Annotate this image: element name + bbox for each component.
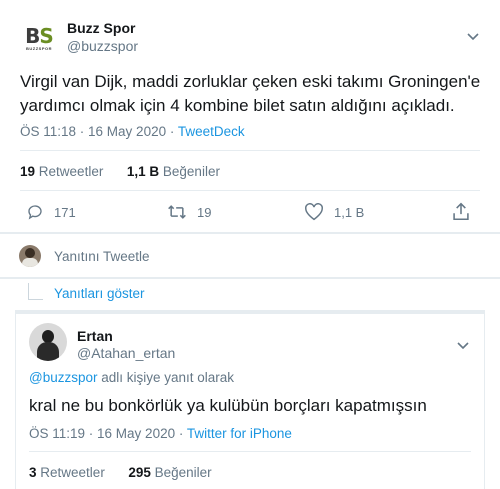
reply-source[interactable]: Twitter for iPhone	[187, 426, 292, 441]
my-avatar	[19, 245, 41, 267]
tweet-text-line: yardımcı olmak için 4 kombine bilet satı…	[20, 96, 455, 115]
divider	[29, 451, 471, 452]
share-icon	[453, 202, 469, 221]
reply-avatar[interactable]	[29, 323, 67, 361]
tweet-source[interactable]: TweetDeck	[178, 124, 245, 139]
author-handle[interactable]: @buzzspor	[67, 38, 138, 54]
divider	[20, 150, 480, 151]
reply-timestamp: ÖS 11:19 · 16 May 2020 · Twitter for iPh…	[29, 426, 292, 441]
like-button[interactable]: 1,1 B	[304, 203, 364, 221]
reply-stats: 3 Retweetler 295 Beğeniler	[29, 465, 212, 480]
heart-icon	[305, 203, 323, 221]
share-button[interactable]	[452, 202, 480, 221]
tweet-stats: 19 Retweetler 1,1 B Beğeniler	[20, 164, 220, 179]
chevron-down-icon[interactable]	[466, 29, 480, 47]
chevron-down-icon[interactable]	[456, 338, 470, 356]
reply-button[interactable]: 171	[26, 203, 76, 221]
reply-context-label: adlı kişiye yanıt olarak	[97, 370, 235, 385]
tweet-timestamp: ÖS 11:18 · 16 May 2020 · TweetDeck	[20, 124, 245, 139]
avatar[interactable]: BS BUZZSPOR	[22, 22, 56, 54]
tweet-text-line: Virgil van Dijk, maddi zorluklar çeken e…	[20, 72, 481, 91]
reply-tweet-text: kral ne bu bonkörlük ya kulübün borçları…	[29, 396, 427, 415]
reply-likes-stat[interactable]: 295 Beğeniler	[128, 465, 211, 480]
author-name[interactable]: Buzz Spor	[67, 20, 135, 36]
reply-count: 171	[54, 204, 76, 220]
avatar-subtext: BUZZSPOR	[26, 45, 52, 51]
reply-icon	[28, 205, 42, 220]
replying-to: @buzzspor adlı kişiye yanıt olarak	[29, 370, 234, 385]
reply-mention[interactable]: @buzzspor	[29, 370, 97, 385]
tweet-text: Virgil van Dijk, maddi zorluklar çeken e…	[20, 70, 490, 118]
thread-connector	[28, 283, 43, 300]
retweet-icon	[168, 205, 186, 219]
like-count: 1,1 B	[334, 204, 365, 220]
retweets-stat[interactable]: 19 Retweetler	[20, 164, 103, 179]
retweet-count: 19	[197, 204, 212, 220]
show-replies-link[interactable]: Yanıtları göster	[54, 286, 145, 301]
tweet-time[interactable]: ÖS 11:18 · 16 May 2020 ·	[20, 124, 178, 139]
reply-author-handle[interactable]: @Atahan_ertan	[77, 345, 175, 361]
avatar-logo: BS	[25, 23, 54, 48]
reply-time[interactable]: ÖS 11:19 · 16 May 2020 ·	[29, 426, 187, 441]
divider	[0, 232, 500, 234]
likes-stat[interactable]: 1,1 B Beğeniler	[127, 164, 220, 179]
divider	[20, 190, 480, 191]
reply-author-name[interactable]: Ertan	[77, 328, 113, 344]
retweet-button[interactable]: 19	[167, 203, 211, 221]
reply-retweets-stat[interactable]: 3 Retweetler	[29, 465, 105, 480]
reply-input[interactable]: Yanıtını Tweetle	[54, 249, 150, 264]
divider	[0, 277, 500, 279]
